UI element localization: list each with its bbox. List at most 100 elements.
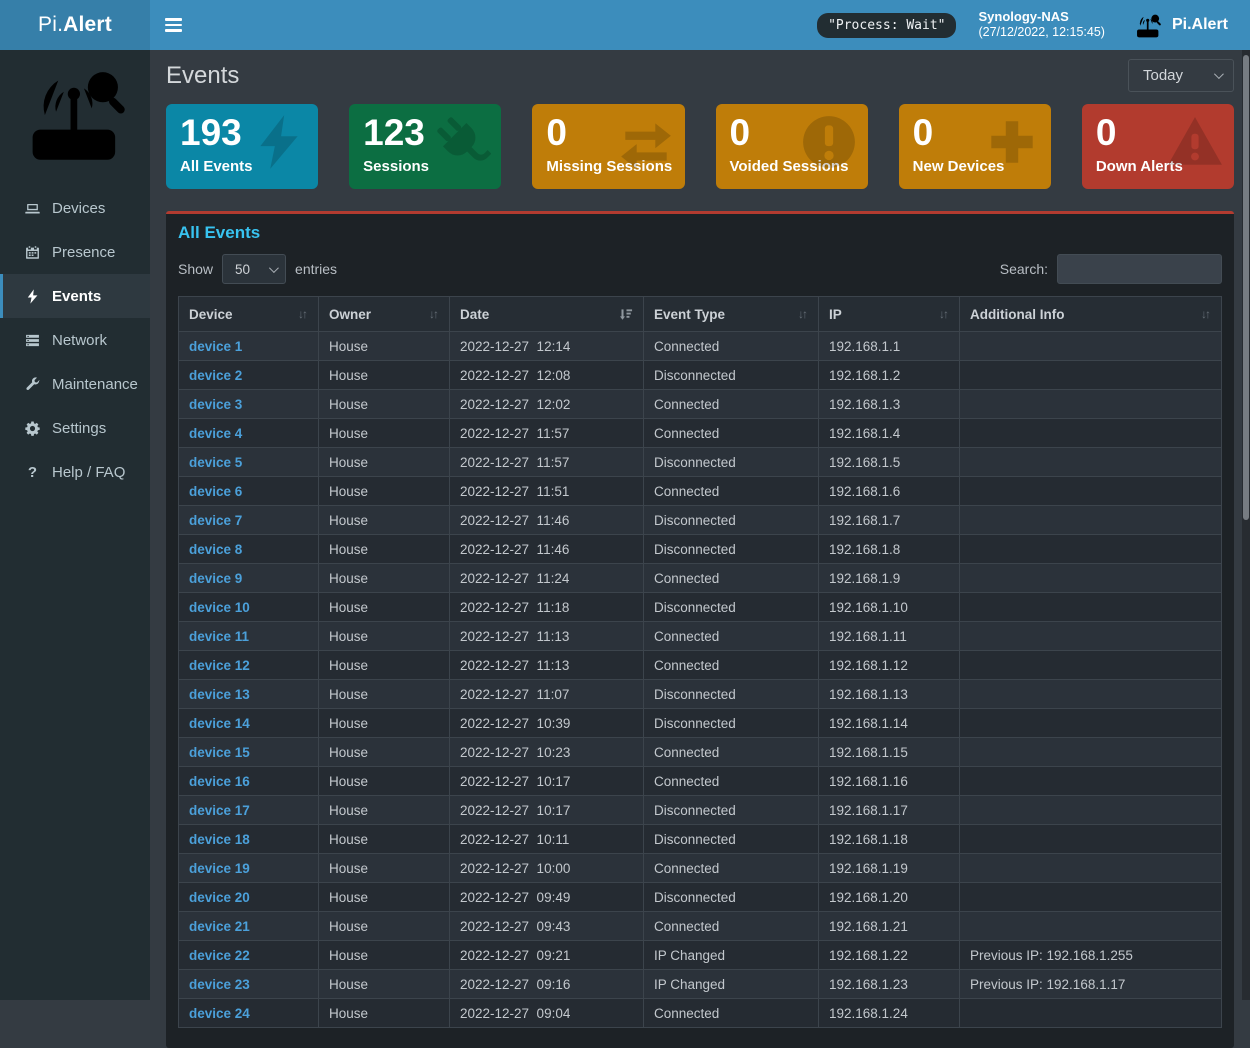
search-input[interactable] — [1057, 254, 1222, 284]
app-logo[interactable]: Pi.Alert — [0, 0, 150, 50]
table-row: device 6House2022-12-27 11:51Connected19… — [179, 477, 1222, 506]
event-type-cell: Disconnected — [644, 709, 819, 738]
date-cell: 2022-12-27 11:46 — [450, 506, 644, 535]
chevron-down-icon — [269, 263, 279, 273]
device-link[interactable]: device 8 — [189, 542, 242, 557]
device-link[interactable]: device 10 — [189, 600, 250, 615]
owner-cell: House — [319, 883, 450, 912]
table-row: device 24House2022-12-27 09:04Connected1… — [179, 999, 1222, 1028]
calendar-icon — [24, 244, 41, 260]
device-link[interactable]: device 16 — [189, 774, 250, 789]
date-cell: 2022-12-27 12:02 — [450, 390, 644, 419]
page-length-select[interactable]: 50 — [222, 254, 286, 284]
device-link[interactable]: device 5 — [189, 455, 242, 470]
device-link[interactable]: device 15 — [189, 745, 250, 760]
additional-info-cell — [960, 593, 1222, 622]
sidebar-item-presence[interactable]: Presence — [0, 230, 150, 274]
additional-info-cell — [960, 883, 1222, 912]
sort-icon: ↓↑ — [1201, 307, 1211, 321]
column-header-date[interactable]: Date — [450, 297, 644, 332]
sidebar-item-events[interactable]: Events — [0, 274, 150, 318]
additional-info-cell — [960, 448, 1222, 477]
device-link[interactable]: device 23 — [189, 977, 250, 992]
top-navbar: Pi.Alert "Process: Wait" Synology-NAS (2… — [0, 0, 1250, 50]
laptop-icon — [24, 200, 41, 216]
event-type-cell: Disconnected — [644, 796, 819, 825]
device-cell: device 12 — [179, 651, 319, 680]
nas-name: Synology-NAS — [978, 9, 1105, 25]
device-link[interactable]: device 17 — [189, 803, 250, 818]
device-link[interactable]: device 14 — [189, 716, 250, 731]
event-type-cell: IP Changed — [644, 970, 819, 999]
gear-icon — [24, 420, 41, 436]
table-row: device 19House2022-12-27 10:00Connected1… — [179, 854, 1222, 883]
device-link[interactable]: device 24 — [189, 1006, 250, 1021]
device-link[interactable]: device 7 — [189, 513, 242, 528]
table-row: device 8House2022-12-27 11:46Disconnecte… — [179, 535, 1222, 564]
warning-triangle-icon — [1166, 113, 1224, 171]
date-cell: 2022-12-27 11:57 — [450, 448, 644, 477]
device-link[interactable]: device 13 — [189, 687, 250, 702]
event-type-cell: Disconnected — [644, 680, 819, 709]
ip-cell: 192.168.1.23 — [819, 970, 960, 999]
sidebar-item-devices[interactable]: Devices — [0, 186, 150, 230]
ip-cell: 192.168.1.13 — [819, 680, 960, 709]
device-link[interactable]: device 11 — [189, 629, 249, 644]
ip-cell: 192.168.1.1 — [819, 332, 960, 361]
exclamation-circle-icon — [800, 113, 858, 171]
device-link[interactable]: device 12 — [189, 658, 250, 673]
sidebar-item-help-faq[interactable]: ?Help / FAQ — [0, 450, 150, 494]
device-link[interactable]: device 2 — [189, 368, 242, 383]
vertical-scrollbar — [1242, 50, 1250, 1000]
ip-cell: 192.168.1.8 — [819, 535, 960, 564]
column-header-owner[interactable]: Owner↓↑ — [319, 297, 450, 332]
owner-cell: House — [319, 680, 450, 709]
sidebar-item-settings[interactable]: Settings — [0, 406, 150, 450]
device-link[interactable]: device 4 — [189, 426, 242, 441]
owner-cell: House — [319, 854, 450, 883]
owner-cell: House — [319, 796, 450, 825]
device-link[interactable]: device 18 — [189, 832, 250, 847]
device-link[interactable]: device 21 — [189, 919, 250, 934]
period-select[interactable]: Today — [1128, 59, 1234, 92]
ip-cell: 192.168.1.7 — [819, 506, 960, 535]
device-cell: device 7 — [179, 506, 319, 535]
sidebar-item-network[interactable]: Network — [0, 318, 150, 362]
owner-cell: House — [319, 999, 450, 1028]
question-icon: ? — [24, 464, 41, 480]
sidebar-item-label: Maintenance — [52, 376, 138, 393]
sidebar-item-label: Presence — [52, 244, 115, 261]
device-cell: device 17 — [179, 796, 319, 825]
device-link[interactable]: device 6 — [189, 484, 242, 499]
column-header-additional-info[interactable]: Additional Info↓↑ — [960, 297, 1222, 332]
device-link[interactable]: device 20 — [189, 890, 250, 905]
date-cell: 2022-12-27 11:13 — [450, 651, 644, 680]
stat-card-all-events: 193All Events — [166, 104, 318, 189]
device-link[interactable]: device 3 — [189, 397, 242, 412]
device-link[interactable]: device 22 — [189, 948, 250, 963]
sort-icon: ↓↑ — [798, 307, 808, 321]
bolt-icon — [250, 113, 308, 171]
search-label: Search: — [1000, 261, 1048, 277]
owner-cell: House — [319, 390, 450, 419]
date-cell: 2022-12-27 10:17 — [450, 767, 644, 796]
device-link[interactable]: device 1 — [189, 339, 242, 354]
device-link[interactable]: device 9 — [189, 571, 242, 586]
column-header-device[interactable]: Device↓↑ — [179, 297, 319, 332]
column-header-event-type[interactable]: Event Type↓↑ — [644, 297, 819, 332]
pialert-brand-link[interactable]: Pi.Alert — [1133, 13, 1228, 38]
device-link[interactable]: device 19 — [189, 861, 250, 876]
stat-card-voided-sessions: 0Voided Sessions — [716, 104, 868, 189]
date-cell: 2022-12-27 11:13 — [450, 622, 644, 651]
sidebar-toggle-button[interactable] — [150, 0, 196, 50]
sidebar-item-maintenance[interactable]: Maintenance — [0, 362, 150, 406]
table-row: device 21House2022-12-27 09:43Connected1… — [179, 912, 1222, 941]
scrollbar-thumb[interactable] — [1243, 55, 1249, 520]
table-row: device 3House2022-12-27 12:02Connected19… — [179, 390, 1222, 419]
date-cell: 2022-12-27 09:16 — [450, 970, 644, 999]
date-cell: 2022-12-27 09:43 — [450, 912, 644, 941]
event-type-cell: Connected — [644, 332, 819, 361]
column-header-ip[interactable]: IP↓↑ — [819, 297, 960, 332]
device-cell: device 11 — [179, 622, 319, 651]
process-status-badge: "Process: Wait" — [817, 13, 956, 38]
